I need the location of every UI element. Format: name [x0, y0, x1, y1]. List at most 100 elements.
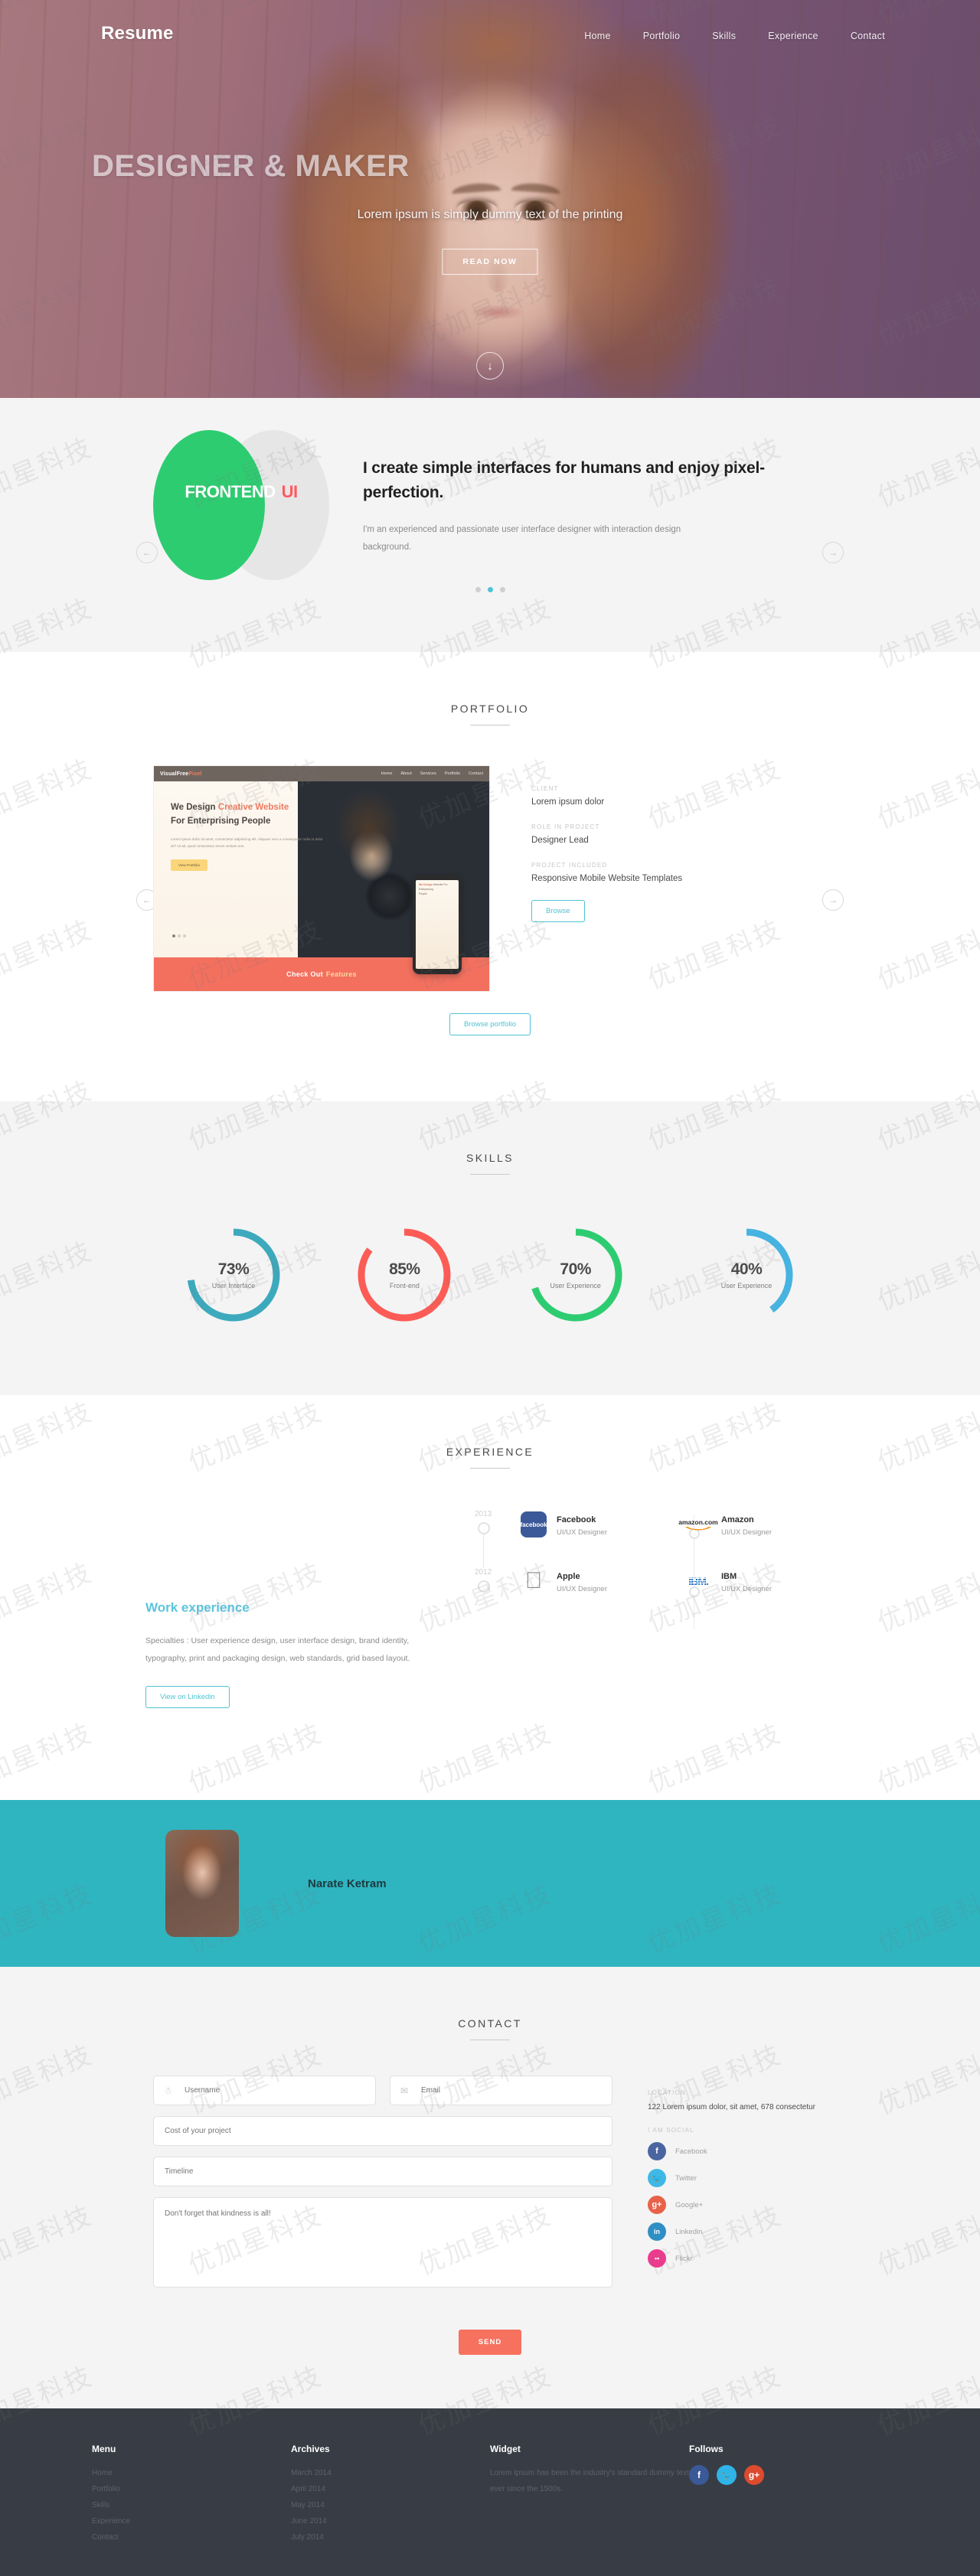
mock-footer-text: Check Out: [286, 970, 323, 978]
mock-menu: Home About Services Portfolio Contact: [381, 771, 483, 776]
meta-value: Designer Lead: [531, 836, 589, 845]
cost-input[interactable]: [153, 2116, 612, 2147]
site-footer: Menu Home Portfolio Skills Experience Co…: [0, 2408, 980, 2576]
mock-browser-bar: VisualFreePixel Home About Services Port…: [154, 766, 489, 781]
footer-social-list: f 🐦 g+: [689, 2465, 888, 2486]
skill-ring-user-experience-2: 40% User Experience: [697, 1225, 796, 1325]
footer-archive-may[interactable]: May 2014: [291, 2497, 490, 2513]
nav-item-experience[interactable]: Experience: [768, 31, 818, 41]
linkedin-icon: in: [648, 2222, 666, 2242]
skills-section: SKILLS 73% User Interface 85% Front-end 70…: [0, 1101, 980, 1395]
experience-timeline: 2013 2012 facebook Facebook UI/UX Designe…: [475, 1510, 835, 1708]
carousel-dot-1[interactable]: [475, 587, 481, 592]
mock-phone: We Design Website For Enterprising Peopl…: [413, 875, 462, 974]
job-role: UI/UX Designer: [557, 1585, 607, 1593]
browse-portfolio-button[interactable]: Browse portfolio: [449, 1013, 531, 1035]
nav-item-portfolio[interactable]: Portfolio: [643, 31, 681, 41]
job-role: UI/UX Designer: [557, 1528, 607, 1537]
portfolio-meta: CLIENT Lorem ipsum dolor ROLE IN PROJECT…: [531, 765, 827, 992]
username-input[interactable]: [153, 2075, 376, 2106]
social-link-facebook[interactable]: f Facebook: [648, 2142, 827, 2161]
carousel-dot-3[interactable]: [499, 587, 505, 592]
email-input[interactable]: [390, 2075, 612, 2106]
mock-hero: We Design Creative Website For Enterprisi…: [154, 781, 489, 974]
site-brand[interactable]: Resume: [101, 23, 174, 44]
footer-link-experience[interactable]: Experience: [92, 2513, 291, 2529]
portfolio-next-icon[interactable]: →: [822, 889, 844, 911]
mock-phone-line: People: [419, 892, 427, 895]
cost-field-wrap: [153, 2116, 612, 2147]
apple-logo-icon: : [519, 1567, 548, 1596]
skills-header: SKILLS: [0, 1101, 980, 1175]
venn-label-ui: UI: [281, 481, 299, 501]
twitter-icon: 🐦: [648, 2169, 666, 2188]
portfolio-screenshot[interactable]: VisualFreePixel Home About Services Port…: [153, 765, 490, 992]
venn-labels: FRONTEND UI: [153, 482, 329, 502]
view-on-linkedin-button[interactable]: View on Linkedin: [145, 1686, 230, 1709]
social-link-linkedin[interactable]: in Linkedin: [648, 2222, 827, 2242]
mock-cta-button[interactable]: View Portfolio: [171, 859, 208, 871]
social-link-googleplus[interactable]: g+ Google+: [648, 2196, 827, 2215]
mock-headline: We Design Creative Website For Enterprisi…: [171, 803, 289, 826]
hero-subtitle: Lorem ipsum is simply dummy text of the …: [357, 208, 623, 221]
testimonial-name: Narate Ketram: [308, 1877, 387, 1890]
job-company: Apple: [557, 1572, 580, 1581]
work-experience-body: Specialties : User experience design, us…: [145, 1636, 410, 1664]
mock-copy: We Design Creative Website For Enterprisi…: [171, 801, 328, 871]
message-textarea[interactable]: [153, 2197, 612, 2288]
skill-ring-user-interface: 73% User Interface: [184, 1225, 283, 1325]
facebook-icon[interactable]: f: [689, 2465, 709, 2486]
social-link-flickr[interactable]: •• Flickr: [648, 2249, 827, 2268]
carousel-dot-2[interactable]: [487, 587, 493, 592]
meta-included: PROJECT INCLUDED Responsive Mobile Websi…: [531, 862, 827, 883]
meta-value: Lorem ipsum dolor: [531, 797, 605, 807]
hero-overlay: [0, 0, 980, 398]
skill-percent: 70%: [560, 1260, 591, 1278]
mock-slider-dots: [172, 934, 186, 937]
job-apple:  Apple UI/UX Designer: [519, 1567, 670, 1596]
location-value: 122 Lorem ipsum dolor, sit amet, 678 con…: [648, 2103, 816, 2112]
send-button-wrap: SEND: [0, 2330, 980, 2356]
read-now-button[interactable]: READ NOW: [442, 249, 538, 275]
googleplus-icon[interactable]: g+: [744, 2465, 764, 2486]
footer-menu-title: Menu: [92, 2444, 116, 2455]
timeline-line: [483, 1534, 484, 1568]
footer-archive-april[interactable]: April 2014: [291, 2481, 490, 2497]
footer-archive-june[interactable]: June 2014: [291, 2513, 490, 2529]
social-link-twitter[interactable]: 🐦 Twitter: [648, 2169, 827, 2188]
about-body: I'm an experienced and passionate user i…: [363, 525, 681, 552]
meta-label: CLIENT: [531, 785, 559, 792]
twitter-icon[interactable]: 🐦: [717, 2465, 737, 2486]
skill-percent: 85%: [389, 1260, 420, 1278]
nav-item-contact[interactable]: Contact: [851, 31, 885, 41]
footer-link-contact[interactable]: Contact: [92, 2529, 291, 2545]
footer-follows-column: Follows f 🐦 g+: [689, 2444, 888, 2545]
about-next-icon[interactable]: →: [822, 542, 844, 563]
envelope-icon: ✉: [400, 2085, 409, 2096]
mock-phone-screen: We Design Website For Enterprising Peopl…: [416, 880, 459, 969]
mock-dot[interactable]: [183, 934, 186, 937]
send-button[interactable]: SEND: [458, 2330, 522, 2356]
avatar: [165, 1830, 239, 1938]
nav-item-skills[interactable]: Skills: [712, 31, 736, 41]
nav-item-home[interactable]: Home: [584, 31, 611, 41]
job-list: facebook Facebook UI/UX Designer amazon.c…: [519, 1510, 835, 1596]
meta-label: PROJECT INCLUDED: [531, 862, 608, 869]
scroll-down-icon[interactable]: ↓: [476, 352, 504, 380]
footer-link-skills[interactable]: Skills: [92, 2497, 291, 2513]
work-experience-heading: Work experience: [145, 1600, 250, 1615]
timeline-input[interactable]: [153, 2157, 612, 2187]
main-navigation: Home Portfolio Skills Experience Contact: [584, 31, 885, 41]
footer-link-portfolio[interactable]: Portfolio: [92, 2481, 291, 2497]
mock-menu-item: About: [400, 771, 412, 776]
mock-phone-line: Enterprising: [419, 887, 433, 891]
browse-button[interactable]: Browse: [531, 900, 585, 922]
mock-dot[interactable]: [172, 934, 175, 937]
footer-archive-july[interactable]: July 2014: [291, 2529, 490, 2545]
footer-widget-column: Widget Lorem Ipsum has been the industry…: [490, 2444, 689, 2545]
timeline-node: [478, 1522, 490, 1534]
mock-logo: VisualFreePixel: [160, 771, 202, 777]
mock-dot[interactable]: [178, 934, 181, 937]
skill-ring-frontend: 85% Front-end: [354, 1225, 454, 1325]
meta-label: ROLE IN PROJECT: [531, 823, 600, 830]
